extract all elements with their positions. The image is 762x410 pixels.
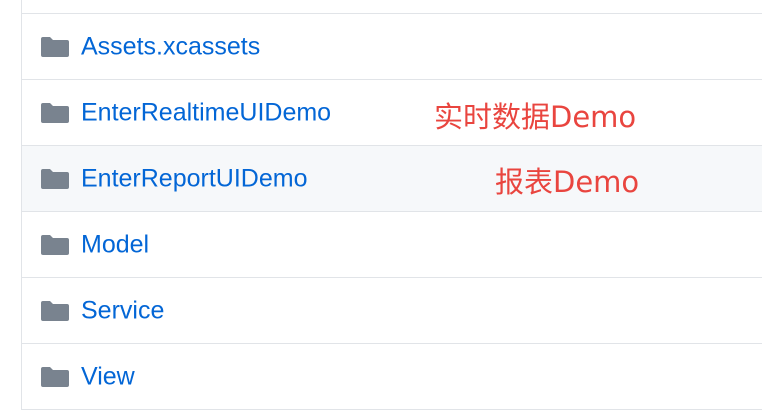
- annotation-report: 报表Demo: [495, 165, 640, 199]
- file-link-enter-report[interactable]: EnterReportUIDemo: [81, 164, 307, 193]
- folder-icon: [41, 366, 69, 387]
- folder-icon: [41, 234, 69, 255]
- file-link-model[interactable]: Model: [81, 230, 149, 259]
- file-row-service[interactable]: Service: [22, 278, 762, 344]
- file-row-model[interactable]: Model: [22, 212, 762, 278]
- file-link-enter-realtime[interactable]: EnterRealtimeUIDemo: [81, 98, 331, 127]
- folder-icon: [41, 102, 69, 123]
- file-link-service[interactable]: Service: [81, 296, 164, 325]
- file-row-assets[interactable]: Assets.xcassets: [22, 14, 762, 80]
- file-row-enter-report[interactable]: EnterReportUIDemo 报表Demo: [22, 146, 762, 212]
- annotation-realtime: 实时数据Demo: [434, 100, 637, 134]
- file-row-view[interactable]: View: [22, 344, 762, 410]
- folder-icon: [41, 300, 69, 321]
- file-link-view[interactable]: View: [81, 362, 135, 391]
- folder-icon: [41, 36, 69, 57]
- folder-icon: [41, 168, 69, 189]
- file-list: Assets.xcassets EnterRealtimeUIDemo 实时数据…: [21, 0, 762, 410]
- file-row-partial: [22, 0, 762, 14]
- file-row-enter-realtime[interactable]: EnterRealtimeUIDemo 实时数据Demo: [22, 80, 762, 146]
- file-link-assets[interactable]: Assets.xcassets: [81, 32, 260, 61]
